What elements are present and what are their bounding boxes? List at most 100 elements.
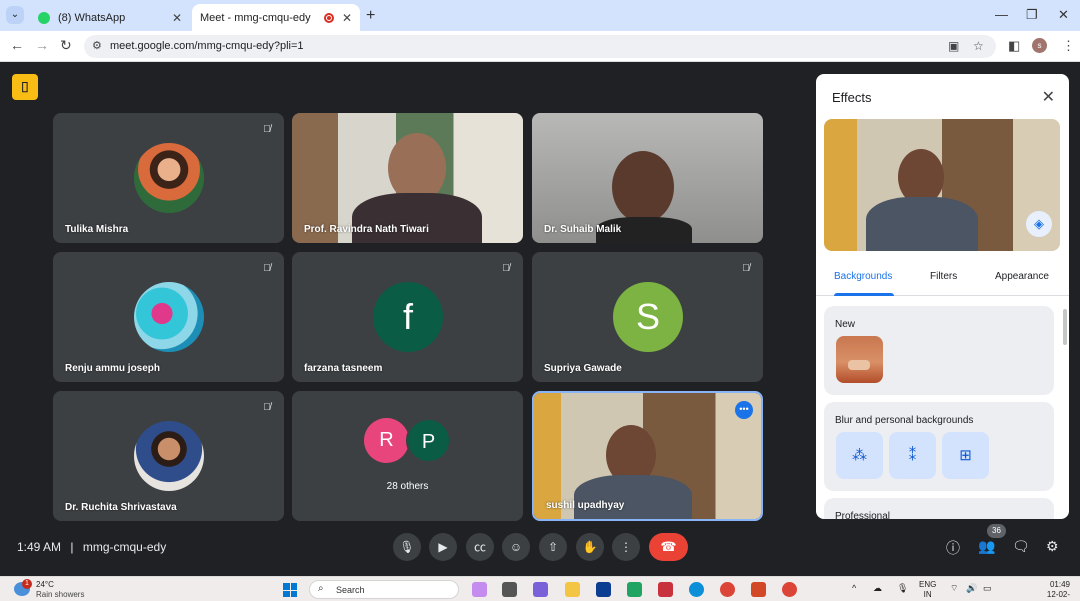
- participant-name: Prof. Ravindra Nath Tiwari: [304, 224, 429, 235]
- back-arrow-icon[interactable]: ←: [10, 37, 24, 53]
- mic-off-icon: 🎙̸: [263, 263, 271, 274]
- participant-tile[interactable]: Dr. Suhaib Malik: [532, 113, 763, 243]
- wifi-icon[interactable]: ⌔: [950, 583, 958, 594]
- language-code: ENG: [919, 580, 937, 589]
- powerpoint-icon[interactable]: [751, 582, 766, 597]
- chrome-icon[interactable]: [720, 582, 735, 597]
- file-explorer-icon[interactable]: [565, 582, 580, 597]
- person-body: [866, 197, 978, 251]
- chat-icon[interactable]: 🗨: [1012, 538, 1030, 555]
- more-options-icon[interactable]: •••: [735, 401, 753, 419]
- new-tab-plus-icon[interactable]: +: [366, 7, 375, 25]
- site-info-icon[interactable]: ⚙: [92, 39, 102, 52]
- participant-name: Dr. Suhaib Malik: [544, 224, 622, 235]
- emoji-icon[interactable]: ☺: [502, 533, 530, 561]
- search-icon: ⌕: [318, 583, 324, 594]
- side-panel-icon[interactable]: ◧: [1008, 38, 1020, 54]
- panel-scrollbar[interactable]: [1063, 309, 1067, 345]
- reload-icon[interactable]: ↻: [60, 37, 72, 54]
- task-view-icon[interactable]: [502, 582, 517, 597]
- forward-arrow-icon[interactable]: →: [35, 37, 49, 53]
- profile-avatar[interactable]: s: [1032, 38, 1047, 53]
- copilot-icon[interactable]: [472, 582, 487, 597]
- participant-avatar: [134, 282, 204, 352]
- edge-icon[interactable]: [689, 582, 704, 597]
- window-close-icon[interactable]: ✕: [1058, 7, 1069, 23]
- section-heading: New: [835, 319, 856, 330]
- section-heading: Blur and personal backgrounds: [835, 415, 974, 426]
- meeting-time: 1:49 AM: [17, 540, 62, 554]
- background-option[interactable]: [836, 336, 883, 383]
- blur-icon[interactable]: ⁑: [889, 432, 936, 479]
- others-tile[interactable]: R P 28 others: [292, 391, 523, 521]
- upload-background-icon[interactable]: ⊞: [942, 432, 989, 479]
- weather-description: Rain showers: [36, 590, 85, 599]
- microphone-icon[interactable]: 🎙: [897, 583, 908, 594]
- mic-off-icon: 🎙̸: [263, 124, 271, 135]
- tab-search-chevron-icon[interactable]: ⌄: [6, 6, 24, 24]
- app-icon[interactable]: [627, 582, 642, 597]
- input-language[interactable]: ENG IN: [919, 580, 936, 600]
- participant-avatar: [134, 143, 204, 213]
- participant-tile[interactable]: 🎙̸ Tulika Mishra: [53, 113, 284, 243]
- participant-tile[interactable]: Prof. Ravindra Nath Tiwari: [292, 113, 523, 243]
- tab-filters[interactable]: Filters: [930, 271, 957, 282]
- store-icon[interactable]: [596, 582, 611, 597]
- battery-icon[interactable]: ▭: [983, 583, 992, 594]
- people-icon[interactable]: 👥: [978, 538, 995, 555]
- meeting-info-icon[interactable]: ⌷: [12, 74, 38, 100]
- browser-menu-icon[interactable]: ⋮: [1062, 38, 1075, 54]
- new-backgrounds-section: New: [824, 306, 1054, 395]
- captions-icon[interactable]: ㏄: [466, 533, 494, 561]
- camera-in-use-icon[interactable]: ▣: [948, 39, 959, 53]
- tab-whatsapp[interactable]: (8) WhatsApp ✕: [30, 4, 190, 31]
- person-body: [574, 475, 692, 519]
- chrome-profile-icon[interactable]: [782, 582, 797, 597]
- close-tab-icon[interactable]: ✕: [172, 11, 182, 25]
- layers-icon[interactable]: ◈: [1026, 211, 1052, 237]
- mcafee-icon[interactable]: [658, 582, 673, 597]
- activities-icon[interactable]: ⚙: [1046, 538, 1059, 555]
- participant-avatar: [134, 421, 204, 491]
- participant-tile[interactable]: f 🎙̸ farzana tasneem: [292, 252, 523, 382]
- participant-name: Dr. Ruchita Shrivastava: [65, 502, 177, 513]
- raise-hand-icon[interactable]: ✋: [576, 533, 604, 561]
- microphone-icon[interactable]: 🎙: [393, 533, 421, 561]
- teams-icon[interactable]: [533, 582, 548, 597]
- slight-blur-icon[interactable]: ⁂: [836, 432, 883, 479]
- close-panel-icon[interactable]: ✕: [1042, 87, 1055, 107]
- mic-off-icon: 🎙̸: [502, 263, 510, 274]
- present-screen-icon[interactable]: ⇧: [539, 533, 567, 561]
- self-preview: ◈: [824, 119, 1060, 251]
- volume-icon[interactable]: 🔊: [966, 583, 977, 594]
- participant-tile[interactable]: 🎙̸ Renju ammu joseph: [53, 252, 284, 382]
- address-bar[interactable]: ⚙ meet.google.com/mmg-cmqu-edy?pli=1 ▣ ☆: [84, 35, 996, 58]
- onedrive-icon[interactable]: ☁: [873, 583, 882, 594]
- more-options-icon[interactable]: ⋮: [612, 533, 640, 561]
- person-body: [352, 193, 482, 243]
- participant-tile[interactable]: 🎙̸ Dr. Ruchita Shrivastava: [53, 391, 284, 521]
- tab-appearance[interactable]: Appearance: [995, 271, 1049, 282]
- close-tab-icon[interactable]: ✕: [342, 11, 352, 25]
- tab-meet[interactable]: Meet - mmg-cmqu-edy ✕: [192, 4, 360, 78]
- participant-name: Tulika Mishra: [65, 224, 129, 235]
- participant-tile[interactable]: S 🎙̸ Supriya Gawade: [532, 252, 763, 382]
- taskbar-search[interactable]: ⌕ Search: [309, 580, 459, 599]
- camera-icon[interactable]: ▶: [429, 533, 457, 561]
- tab-backgrounds[interactable]: Backgrounds: [834, 271, 892, 282]
- browser-tab-strip: ⌄ (8) WhatsApp ✕ Meet - mmg-cmqu-edy ✕ +…: [0, 0, 1080, 78]
- panel-title: Effects: [832, 90, 872, 105]
- blur-section: Blur and personal backgrounds ⁂ ⁑ ⊞: [824, 402, 1054, 491]
- restore-icon[interactable]: ❐: [1026, 7, 1038, 23]
- search-placeholder: Search: [336, 585, 365, 595]
- clock-time: 01:49: [1049, 580, 1070, 589]
- minimize-icon[interactable]: —: [995, 7, 1008, 22]
- bookmark-star-icon[interactable]: ☆: [973, 39, 984, 53]
- effects-tabs: Backgrounds Filters Appearance: [816, 264, 1069, 296]
- system-clock[interactable]: 01:49 12-02-2024: [1030, 580, 1070, 601]
- meeting-info-icon[interactable]: ⓘ: [946, 538, 960, 558]
- show-hidden-icons-icon[interactable]: ^: [852, 583, 856, 593]
- windows-start-icon[interactable]: [283, 583, 297, 597]
- self-view-tile[interactable]: ••• sushil upadhyay: [532, 391, 763, 521]
- leave-call-icon[interactable]: ☎: [649, 533, 688, 561]
